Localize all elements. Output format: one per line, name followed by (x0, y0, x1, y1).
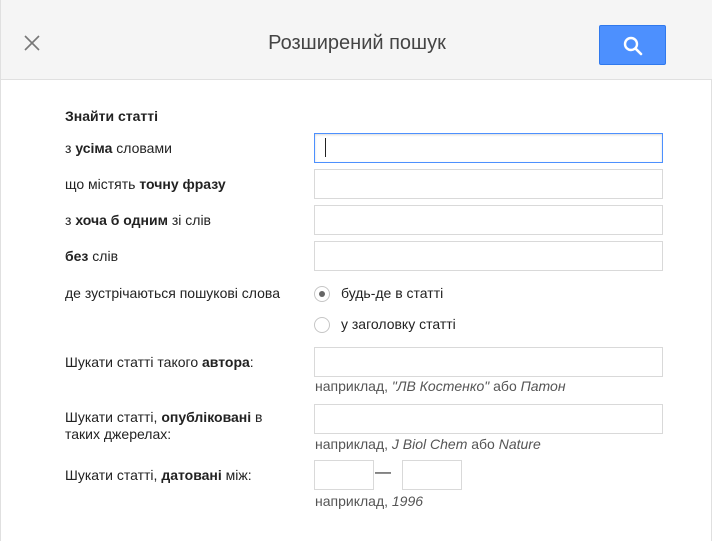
text-caret (325, 138, 326, 157)
radio-title-label: у заголовку статті (341, 316, 456, 332)
radio-title-circle[interactable] (314, 317, 330, 333)
close-button[interactable] (19, 30, 45, 56)
source-input[interactable] (314, 404, 663, 434)
date-from-input[interactable] (314, 460, 374, 490)
search-button[interactable] (599, 25, 666, 65)
source-label: Шукати статті, опубліковані в таких джере… (65, 409, 263, 442)
any-words-input[interactable] (314, 205, 663, 235)
date-hint: наприклад, 1996 (315, 493, 424, 509)
radio-anywhere-circle[interactable] (314, 286, 330, 302)
date-dash: — (375, 464, 391, 481)
dialog-header: Розширений пошук (1, 0, 712, 80)
author-input[interactable] (314, 347, 663, 377)
exact-phrase-input[interactable] (314, 169, 663, 199)
author-label: Шукати статті такого автора: (65, 354, 254, 370)
without-words-label: без слів (65, 248, 119, 264)
close-icon (24, 35, 40, 51)
any-words-label: з хоча б одним зі слів (65, 212, 211, 228)
advanced-search-dialog: Розширений пошук Знайти статті з усіма с… (0, 0, 712, 541)
section-title: Знайти статті (65, 108, 159, 124)
search-icon (623, 36, 643, 56)
radio-anywhere-label: будь-де в статті (341, 285, 444, 301)
without-words-input[interactable] (314, 241, 663, 271)
date-to-input[interactable] (402, 460, 462, 490)
all-words-input[interactable] (314, 133, 663, 163)
source-hint: наприклад, J Biol Chem або Nature (315, 436, 541, 452)
author-hint: наприклад, "ЛВ Костенко" або Патон (315, 378, 566, 394)
radio-anywhere[interactable]: будь-де в статті (314, 285, 474, 306)
all-words-label: з усіма словами (65, 140, 172, 156)
exact-phrase-label: що містять точну фразу (65, 176, 226, 192)
radio-title[interactable]: у заголовку статті (314, 316, 484, 337)
occurrence-label: де зустрічаються пошукові слова (65, 285, 280, 301)
date-label: Шукати статті, датовані між: (65, 467, 252, 483)
